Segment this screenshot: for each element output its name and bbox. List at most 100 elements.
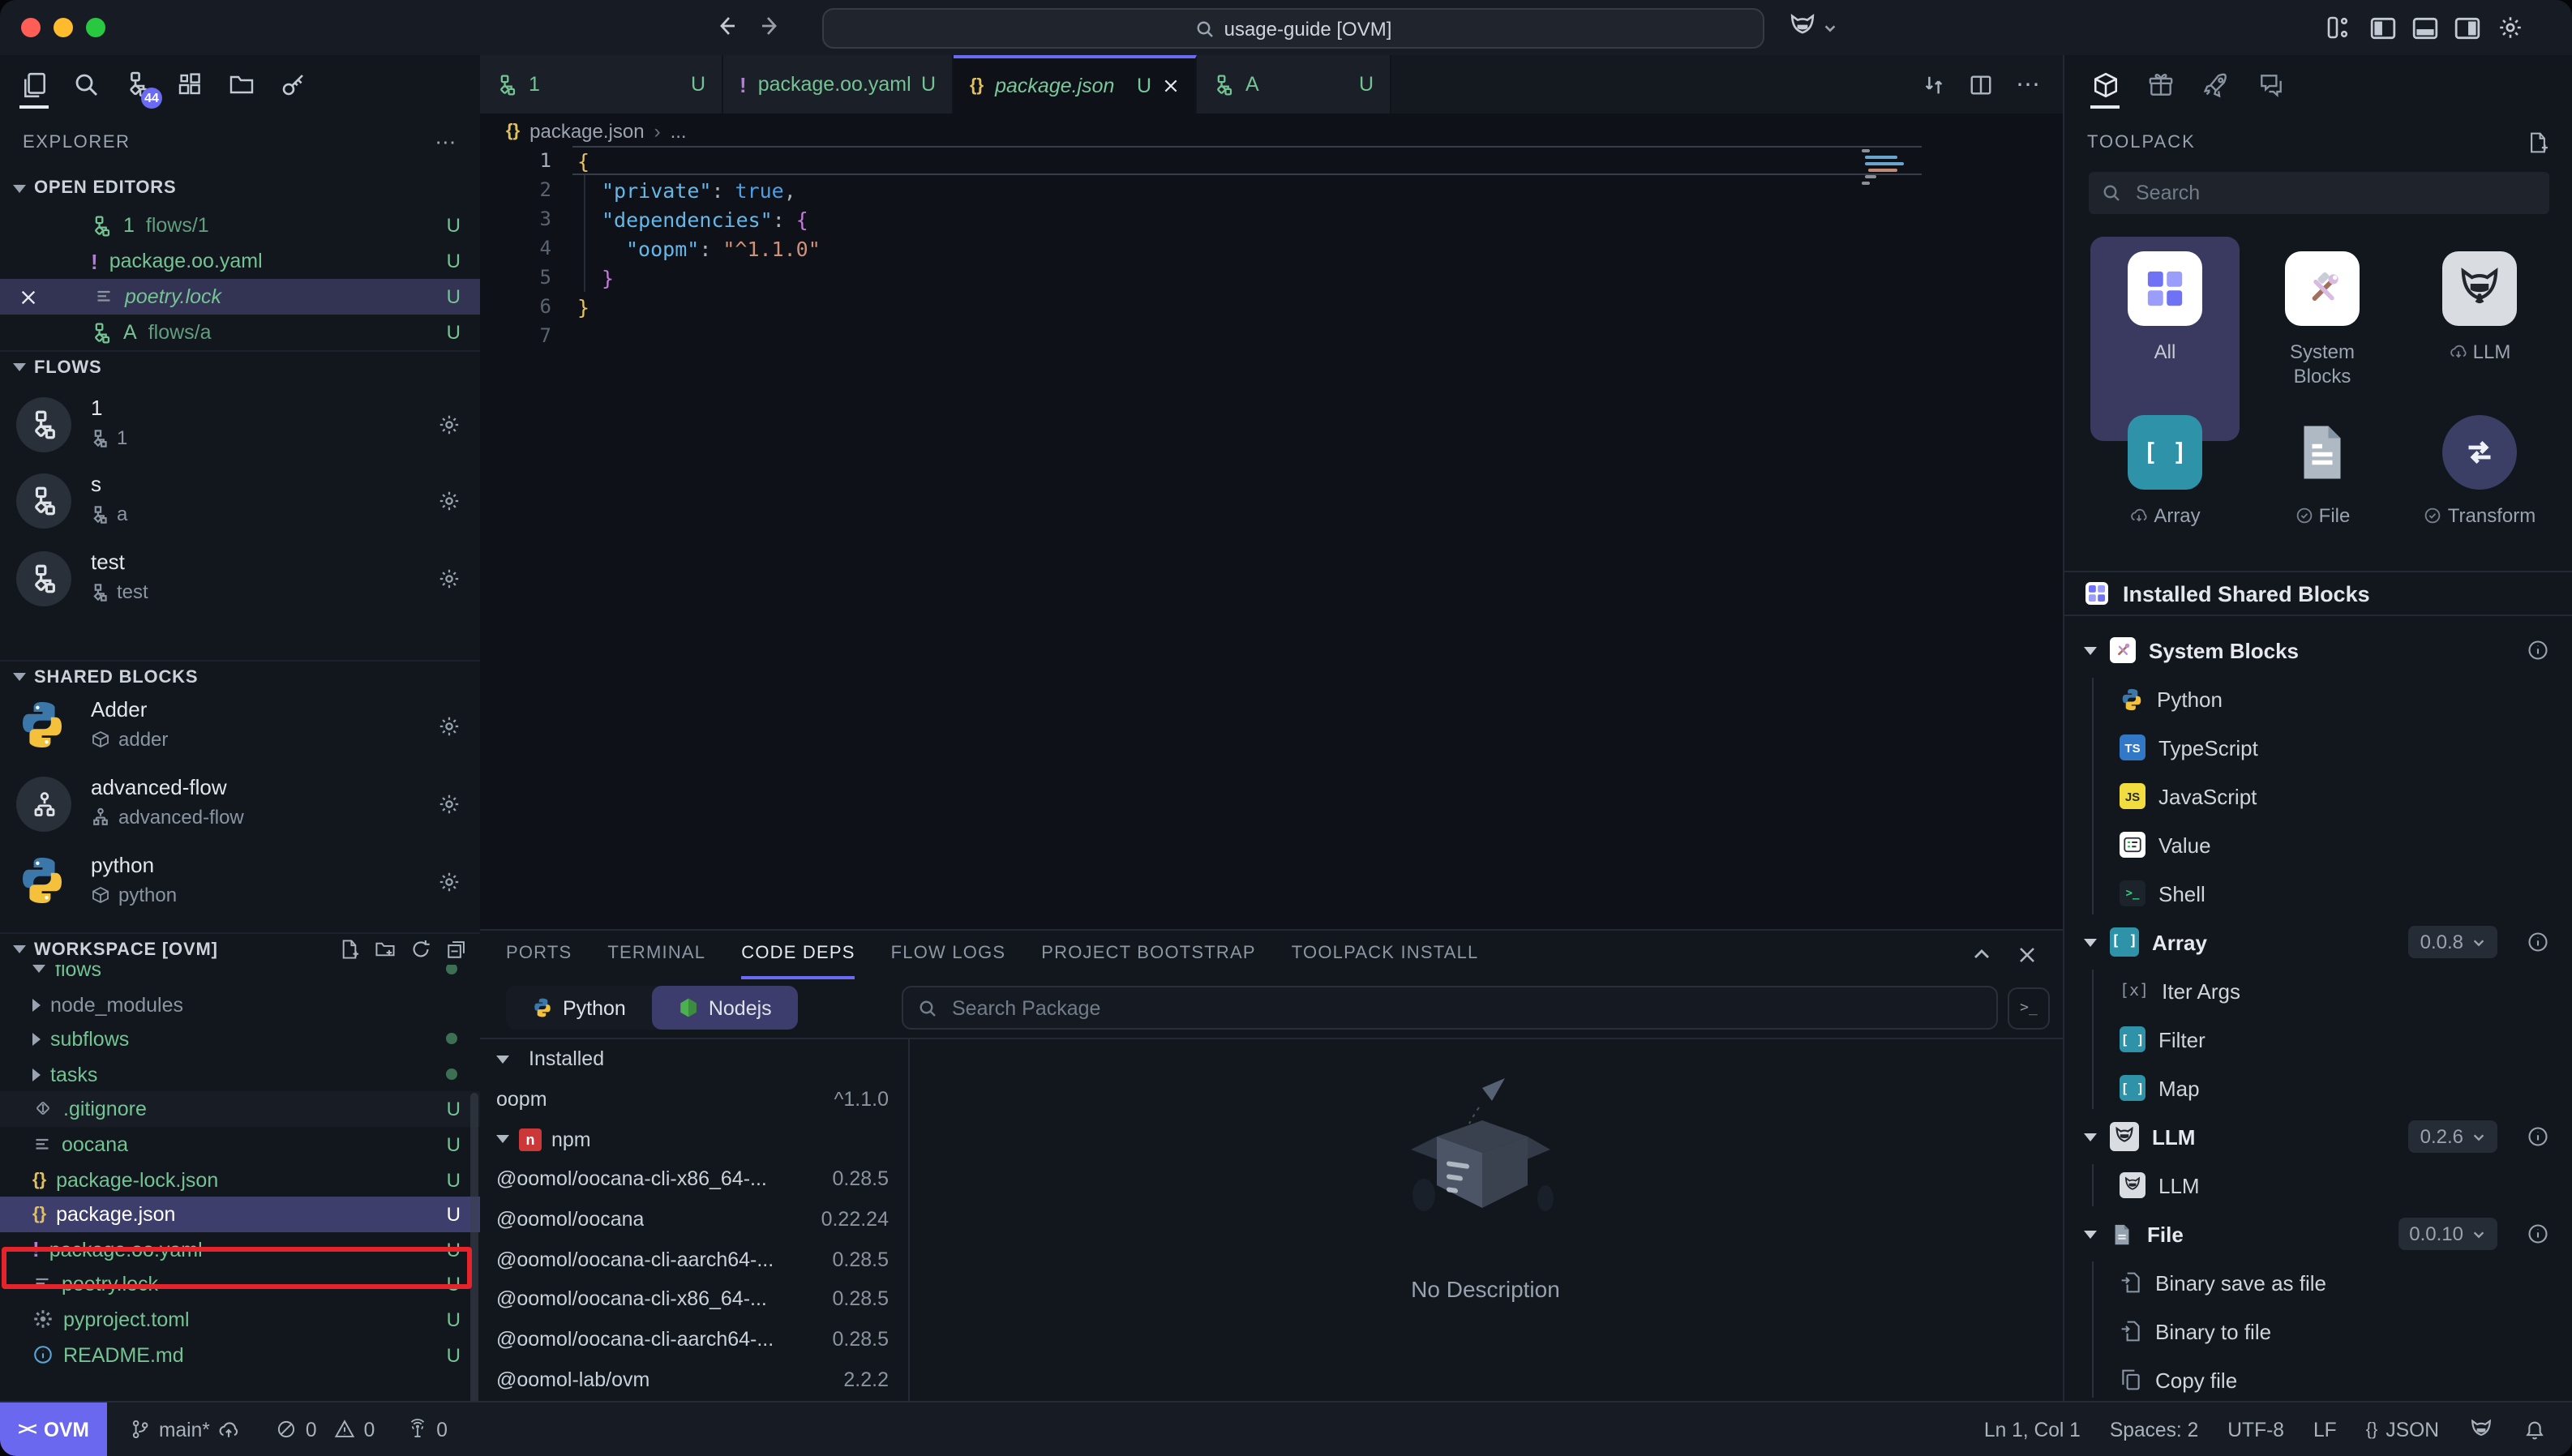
problems-item[interactable]: 0 0: [276, 1418, 375, 1441]
tree-item-gitignore[interactable]: .gitignore U: [0, 1091, 480, 1126]
block-javascript[interactable]: JS JavaScript: [2064, 772, 2572, 820]
collapse-all-icon[interactable]: [446, 939, 467, 960]
refresh-icon[interactable]: [410, 939, 431, 960]
info-icon[interactable]: [2527, 639, 2549, 662]
chevron-up-icon[interactable]: [1972, 945, 1991, 965]
shared-blocks-header[interactable]: SHARED BLOCKS: [0, 660, 480, 692]
tab-package-json[interactable]: {} package.json U: [954, 55, 1197, 113]
shared-block-card[interactable]: Adder adder: [0, 691, 480, 765]
key-icon[interactable]: [276, 60, 311, 109]
window-close-button[interactable]: [21, 18, 41, 37]
info-icon[interactable]: [2527, 1125, 2549, 1148]
minimap[interactable]: [1862, 149, 1920, 246]
category-tile-array[interactable]: [ ] Array: [2090, 415, 2240, 529]
command-center-search[interactable]: usage-guide [OVM]: [822, 8, 1764, 49]
cursor-position[interactable]: Ln 1, Col 1: [1984, 1418, 2081, 1441]
version-select[interactable]: 0.0.8: [2409, 926, 2497, 958]
tree-item-pyproject[interactable]: pyproject.toml U: [0, 1302, 480, 1337]
package-row[interactable]: @oomol/oocana-cli-aarch64-...0.28.5: [480, 1320, 908, 1360]
block-map[interactable]: [ ] Map: [2064, 1064, 2572, 1112]
block-iter-args[interactable]: [x] Iter Args: [2064, 966, 2572, 1015]
runtime-python-button[interactable]: Python: [506, 986, 652, 1030]
new-folder-icon[interactable]: [375, 939, 396, 960]
tab-code-deps[interactable]: CODE DEPS: [741, 931, 855, 979]
gear-icon[interactable]: [438, 871, 461, 893]
toggle-left-sidebar-icon[interactable]: [2369, 15, 2397, 42]
info-icon[interactable]: [2527, 931, 2549, 953]
git-branch-item[interactable]: main*: [130, 1418, 241, 1441]
new-file-icon[interactable]: [339, 939, 360, 960]
tab-flow-1[interactable]: 1 U: [480, 55, 723, 113]
npm-section-header[interactable]: n npm: [480, 1120, 908, 1159]
open-editor-item[interactable]: ! package.oo.yaml U: [0, 243, 480, 279]
package-row[interactable]: @oomol/oocana-cli-x86_64-...0.28.5: [480, 1159, 908, 1199]
package-search[interactable]: [902, 986, 1998, 1030]
gear-icon[interactable]: [438, 413, 461, 436]
version-select[interactable]: 0.0.10: [2398, 1218, 2497, 1250]
notifications-bell-icon[interactable]: [2523, 1418, 2546, 1441]
package-row[interactable]: @oomol/oocana0.22.24: [480, 1200, 908, 1240]
rocket-icon[interactable]: [2197, 60, 2233, 109]
workspace-header[interactable]: WORKSPACE [OVM]: [0, 932, 480, 965]
package-row[interactable]: @oomol-lab/ovm2.2.2: [480, 1360, 908, 1399]
language-mode[interactable]: {} JSON: [2366, 1418, 2439, 1441]
category-tile-all[interactable]: All: [2090, 237, 2240, 441]
close-icon[interactable]: [1163, 78, 1179, 94]
remote-indicator[interactable]: >< OVM: [0, 1402, 107, 1456]
code-editor[interactable]: {} package.json › ... 1{ 2"private":true…: [480, 113, 2063, 929]
category-tile-file[interactable]: File: [2248, 415, 2397, 529]
open-editor-item[interactable]: A flows/a U: [0, 315, 480, 350]
gear-icon[interactable]: [438, 490, 461, 512]
folder-icon[interactable]: [224, 60, 259, 109]
indentation[interactable]: Spaces: 2: [2110, 1418, 2198, 1441]
more-actions-icon[interactable]: ⋯: [2016, 70, 2040, 99]
block-binary-save-as-file[interactable]: Binary save as file: [2064, 1258, 2572, 1307]
close-icon[interactable]: [19, 288, 37, 306]
blocks-icon[interactable]: [172, 60, 208, 109]
eol-sequence[interactable]: LF: [2313, 1418, 2337, 1441]
window-zoom-button[interactable]: [86, 18, 105, 37]
nav-back-icon[interactable]: [714, 13, 739, 39]
package-row[interactable]: @oomol/oocana-cli-aarch64-...0.28.5: [480, 1240, 908, 1279]
category-tile-transform[interactable]: Transform: [2405, 415, 2554, 529]
feedback-chat-icon[interactable]: [2253, 60, 2288, 109]
tab-flow-logs[interactable]: FLOW LOGS: [891, 931, 1006, 979]
block-binary-to-file[interactable]: Binary to file: [2064, 1307, 2572, 1355]
tree-item-package-json[interactable]: {} package.json U: [0, 1197, 480, 1231]
block-llm[interactable]: LLM: [2064, 1161, 2572, 1210]
close-panel-icon[interactable]: [2017, 945, 2037, 965]
tree-item-tasks[interactable]: tasks: [0, 1057, 480, 1092]
tree-item-package-lock[interactable]: {} package-lock.json U: [0, 1163, 480, 1197]
open-editors-header[interactable]: OPEN EDITORS: [0, 172, 480, 204]
block-shell[interactable]: >_ Shell: [2064, 869, 2572, 918]
group-array[interactable]: [ ] Array 0.0.8: [2064, 918, 2572, 966]
package-row[interactable]: @oomol/oocana-cli-x86_64-...0.28.5: [480, 1279, 908, 1319]
gear-icon[interactable]: [438, 715, 461, 738]
tab-terminal[interactable]: TERMINAL: [607, 931, 705, 979]
toolpack-box-icon[interactable]: [2087, 60, 2123, 109]
encoding[interactable]: UTF-8: [2227, 1418, 2284, 1441]
new-toolpack-icon[interactable]: [2527, 131, 2549, 154]
tab-flow-a[interactable]: A U: [1197, 55, 1391, 113]
flow-card[interactable]: s a: [0, 465, 480, 540]
gear-icon[interactable]: [438, 567, 461, 590]
terminal-button[interactable]: >_: [2008, 987, 2050, 1030]
tab-toolpack-install[interactable]: TOOLPACK INSTALL: [1292, 931, 1479, 979]
toolpack-search-input[interactable]: [2133, 180, 2536, 206]
toolpack-search[interactable]: [2089, 172, 2549, 214]
tree-item-subflows[interactable]: subflows: [0, 1021, 480, 1056]
tree-item-node-modules[interactable]: node_modules: [0, 987, 480, 1022]
breadcrumb[interactable]: {} package.json › ...: [506, 120, 687, 143]
block-typescript[interactable]: TS TypeScript: [2064, 723, 2572, 772]
version-select[interactable]: 0.2.6: [2409, 1120, 2497, 1153]
category-tile-system-blocks[interactable]: System Blocks: [2248, 251, 2397, 389]
flow-card[interactable]: 1 1: [0, 389, 480, 464]
open-changes-icon[interactable]: [1922, 72, 1946, 96]
tree-item-oocana[interactable]: oocana U: [0, 1127, 480, 1162]
nav-forward-icon[interactable]: [757, 13, 783, 39]
open-editor-item[interactable]: 1 flows/1 U: [0, 208, 480, 243]
settings-gear-icon[interactable]: [2497, 15, 2523, 41]
tab-ports[interactable]: PORTS: [506, 931, 572, 979]
oomol-fox-icon[interactable]: [2468, 1416, 2494, 1442]
group-file[interactable]: File 0.0.10: [2064, 1210, 2572, 1258]
